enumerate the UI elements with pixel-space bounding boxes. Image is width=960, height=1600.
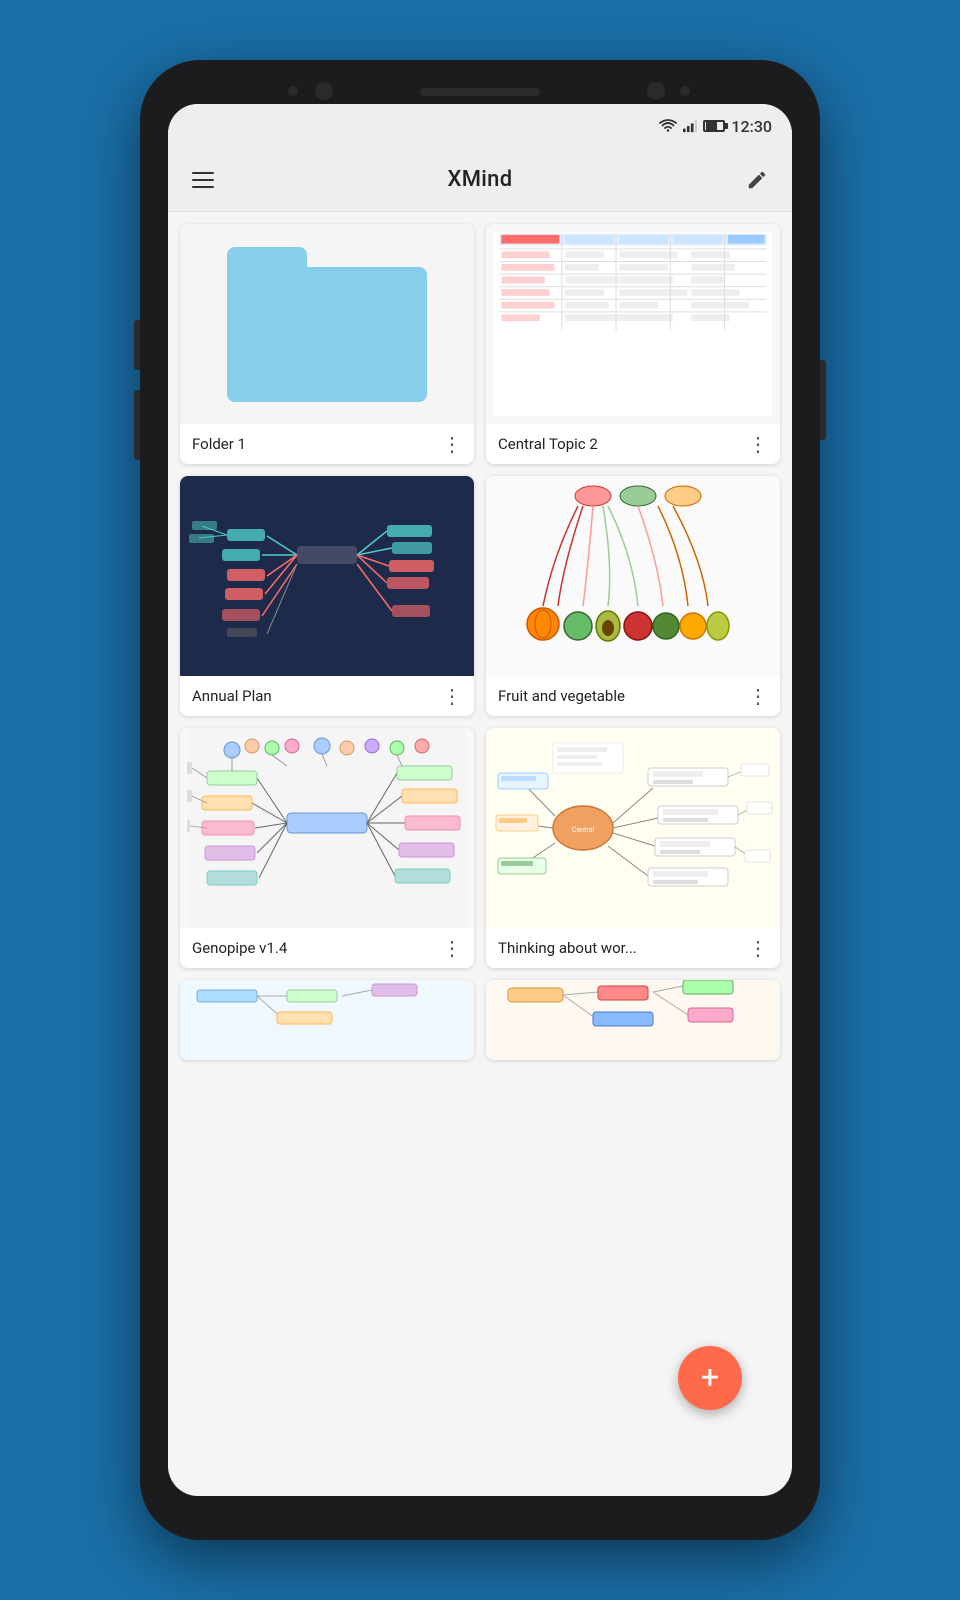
- hamburger-menu-button[interactable]: [184, 164, 222, 196]
- card-bottom-right[interactable]: [486, 980, 780, 1060]
- edit-button[interactable]: [738, 161, 776, 199]
- dot-left: [288, 86, 298, 96]
- card-fruit-vegetable[interactable]: Fruit and vegetable ⋮: [486, 476, 780, 716]
- dot-right: [680, 86, 690, 96]
- card-annual-plan[interactable]: Annual Plan ⋮: [180, 476, 474, 716]
- more-options-genopipe[interactable]: ⋮: [442, 938, 462, 958]
- more-options-thinking[interactable]: ⋮: [748, 938, 768, 958]
- annual-svg: [180, 476, 474, 676]
- card-footer-folder1: Folder 1 ⋮: [180, 424, 474, 464]
- status-bar: 12:30: [168, 104, 792, 148]
- thinking-svg: Central: [486, 728, 780, 928]
- add-fab-button[interactable]: +: [678, 1346, 742, 1410]
- signal-icon: [683, 119, 697, 133]
- menu-line-1: [192, 172, 214, 174]
- card-folder1[interactable]: Folder 1 ⋮: [180, 224, 474, 464]
- status-time: 12:30: [731, 117, 772, 136]
- folder-shape: [227, 247, 427, 402]
- more-options-ct2[interactable]: ⋮: [748, 434, 768, 454]
- menu-line-2: [192, 179, 214, 181]
- more-options-folder1[interactable]: ⋮: [442, 434, 462, 454]
- bottom-left-preview: [180, 980, 474, 1060]
- card-title-fruit: Fruit and vegetable: [498, 687, 740, 705]
- volume-down-button[interactable]: [134, 390, 140, 460]
- card-genopipe[interactable]: Genopipe v1.4 ⋮: [180, 728, 474, 968]
- bottom-right-svg: [486, 980, 780, 1060]
- battery-icon: [703, 120, 725, 132]
- thinking-preview: Central: [486, 728, 780, 928]
- power-button[interactable]: [820, 360, 826, 440]
- card-title-annual: Annual Plan: [192, 687, 434, 705]
- more-options-fruit[interactable]: ⋮: [748, 686, 768, 706]
- ct2-svg: [494, 232, 772, 416]
- card-footer-ct2: Central Topic 2 ⋮: [486, 424, 780, 464]
- card-footer-thinking: Thinking about wor... ⋮: [486, 928, 780, 968]
- card-footer-annual: Annual Plan ⋮: [180, 676, 474, 716]
- bottom-left-svg: [180, 980, 474, 1060]
- card-footer-genopipe: Genopipe v1.4 ⋮: [180, 928, 474, 968]
- app-bar: XMind: [168, 148, 792, 212]
- content-grid: Folder 1 ⋮: [168, 212, 792, 1476]
- phone-device: 12:30 XMind: [140, 60, 820, 1540]
- fruit-svg: [486, 476, 780, 676]
- card-thinking[interactable]: Central: [486, 728, 780, 968]
- status-icons: 12:30: [659, 117, 772, 136]
- card-bottom-left[interactable]: [180, 980, 474, 1060]
- wifi-icon: [659, 119, 677, 133]
- phone-speaker: [420, 88, 540, 96]
- genopipe-svg: [180, 728, 474, 928]
- phone-screen: 12:30 XMind: [168, 104, 792, 1496]
- fruit-preview: [486, 476, 780, 676]
- menu-line-3: [192, 186, 214, 188]
- fab-container: +: [168, 1346, 762, 1426]
- card-title-folder1: Folder 1: [192, 435, 434, 453]
- card-title-thinking: Thinking about wor...: [498, 939, 740, 957]
- app-title: XMind: [222, 167, 738, 192]
- annual-preview: [180, 476, 474, 676]
- folder-preview: [180, 224, 474, 424]
- plus-icon: +: [701, 1361, 719, 1393]
- folder-body: [227, 267, 427, 402]
- svg-text:Central: Central: [572, 826, 594, 834]
- camera-left: [315, 82, 333, 100]
- camera-right: [647, 82, 665, 100]
- card-footer-fruit: Fruit and vegetable ⋮: [486, 676, 780, 716]
- ct2-content: [494, 232, 772, 416]
- volume-up-button[interactable]: [134, 320, 140, 370]
- card-central-topic-2[interactable]: Central Topic 2 ⋮: [486, 224, 780, 464]
- more-options-annual[interactable]: ⋮: [442, 686, 462, 706]
- pencil-icon: [746, 169, 768, 191]
- ct2-preview: [486, 224, 780, 424]
- genopipe-preview: [180, 728, 474, 928]
- card-title-ct2: Central Topic 2: [498, 435, 740, 453]
- bottom-right-preview: [486, 980, 780, 1060]
- folder-tab: [227, 247, 307, 269]
- card-title-genopipe: Genopipe v1.4: [192, 939, 434, 957]
